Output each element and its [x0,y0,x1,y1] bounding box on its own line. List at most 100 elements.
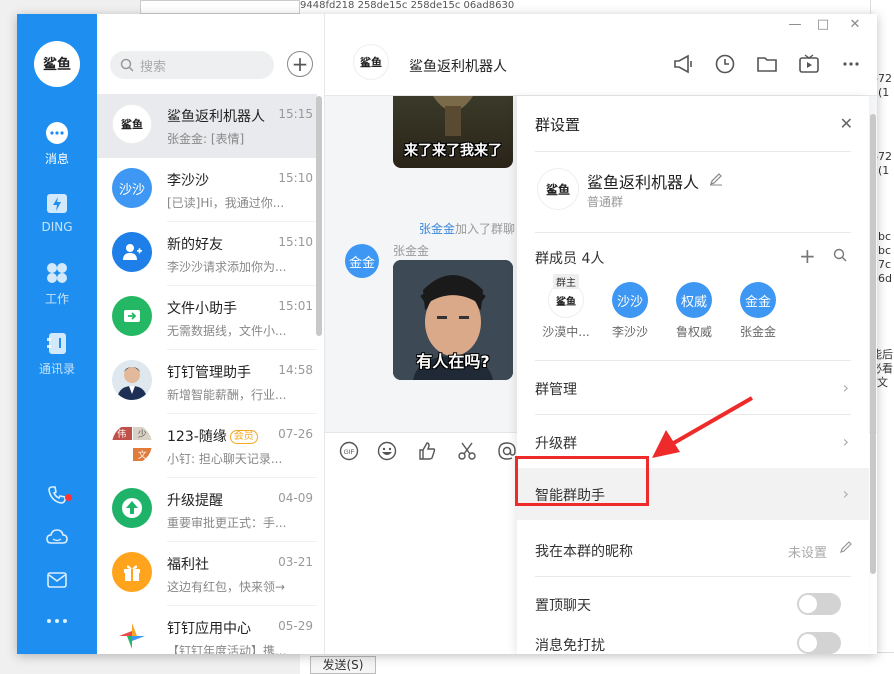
background-bottom-bar [300,652,894,674]
member-item[interactable]: 权威 鲁权威 [665,282,723,340]
row-label: 群管理 [535,382,577,398]
background-send-button[interactable]: 发送(S) [310,656,376,674]
announcement-button[interactable] [671,52,695,76]
conversation-preview: 【钉钉年度活动】携... [167,644,287,654]
search-icon [833,248,847,262]
member-name: 沙漠中... [542,325,590,339]
conversation-time: 15:15 [278,107,313,121]
conversation-name: 钉钉应用中心 [167,621,251,637]
nav-cloud[interactable] [17,526,97,548]
conversation-item[interactable]: 伟 少 文 123-随缘 会员 07-26 小钉: 担心聊天记录... [97,414,317,478]
pencil-icon [839,540,853,558]
panel-scrollbar[interactable] [870,114,876,574]
maximize-button[interactable]: □ [813,16,833,34]
contacts-icon [47,333,66,354]
scissors-icon [458,442,476,460]
conversation-time: 04-09 [278,491,313,505]
notification-dot [65,494,72,501]
screenshot-button[interactable] [455,439,479,463]
system-notice-user[interactable]: 张金金 [419,222,455,236]
conversation-item[interactable]: 文件小助手 15:01 无需数据线，文件小... [97,286,317,350]
nav-work[interactable]: 工作 [17,260,97,307]
conversation-item[interactable]: 钉钉应用中心 05-29 【钉钉年度活动】携... [97,606,317,654]
sender-avatar[interactable]: 金金 [345,244,379,278]
gif-button[interactable]: GIF [337,439,361,463]
more-icon [47,619,67,623]
list-scrollbar[interactable] [316,96,322,336]
nav-messages[interactable]: 消息 [17,120,97,167]
more-options-button[interactable] [839,52,863,76]
dingtalk-window: 鲨鱼 消息 DING 工作 通讯录 搜索 + 鲨鱼 鲨鱼返利机器人 15:15 … [17,14,877,654]
conversation-item[interactable]: 新的好友 15:10 李沙沙请求添加你为... [97,222,317,286]
sticker-message[interactable]: 有人在吗? [393,260,513,380]
vip-badge: 会员 [229,430,258,444]
close-window-button[interactable]: ✕ [845,16,865,34]
person-photo-icon [117,367,147,400]
conversation-name-text: 123-随缘 [167,429,227,445]
minimize-icon: — [788,17,802,32]
background-window-frame [140,0,300,14]
conversation-time: 15:10 [278,171,313,185]
ding-button[interactable] [713,52,737,76]
emoji-button[interactable] [375,439,399,463]
gif-icon: GIF [339,441,359,461]
mosaic-tile: 少 [132,427,152,441]
megaphone-icon [674,54,692,74]
conversation-item[interactable]: 福利社 03-21 这边有红包，快来领→ [97,542,317,606]
conversation-time: 15:01 [278,299,313,313]
mute-toggle[interactable] [797,632,841,654]
conversation-avatar: 沙沙 [112,168,152,208]
group-type: 普通群 [587,195,624,209]
sticker-caption: 有人在吗? [416,352,490,371]
nav-more[interactable] [17,614,97,628]
add-button[interactable]: + [287,51,313,77]
mail-icon [47,572,67,588]
nickname-row[interactable]: 我在本群的昵称 未设置 [517,524,869,576]
cloud-icon [46,529,68,544]
ellipsis-icon [843,62,859,66]
conversation-item[interactable]: 鲨鱼 鲨鱼返利机器人 15:15 张金金: [表情] [97,94,317,158]
nav-ding-label: DING [41,220,73,234]
mute-row: 消息免打扰 [517,618,869,654]
panel-close-button[interactable]: ✕ [840,114,853,133]
member-item[interactable]: 鲨鱼 沙漠中... [537,282,595,340]
add-member-button[interactable]: + [799,244,816,268]
nav-phone[interactable] [17,484,97,506]
conversation-item[interactable]: 升级提醒 04-09 重要审批更正式：手... [97,478,317,542]
group-manage-row[interactable]: 群管理 › [517,362,869,414]
minimize-button[interactable]: — [785,16,805,34]
sticker-message[interactable]: 来了来了我来了 [393,96,513,168]
nav-mail[interactable] [17,570,97,590]
chat-area: 鲨鱼 鲨鱼返利机器人 — □ ✕ 来了来了我来了 张金金加入了群聊 金金 张金金… [325,14,877,654]
edit-group-name-button[interactable] [709,172,723,190]
close-icon: ✕ [849,17,861,32]
system-notice-text: 加入了群聊 [455,222,516,236]
nav-contacts-label: 通讯录 [38,362,75,376]
user-avatar[interactable]: 鲨鱼 [34,41,80,87]
clock-bubble-icon [715,54,735,74]
member-avatar: 权威 [676,282,712,318]
conversation-avatar [112,616,152,654]
ding-icon [47,194,67,213]
search-member-button[interactable] [833,248,847,266]
member-item[interactable]: 沙沙 李沙沙 [601,282,659,340]
nav-contacts[interactable]: 通讯录 [17,330,97,377]
live-button[interactable] [797,52,821,76]
files-button[interactable] [755,52,779,76]
row-label: 消息免打扰 [535,638,605,654]
pin-chat-toggle[interactable] [797,593,841,615]
conversation-item[interactable]: 钉钉管理助手 14:58 新增智能薪酬，行业... [97,350,317,414]
conversation-name: 升级提醒 [167,493,223,509]
conversation-item[interactable]: 沙沙 李沙沙 15:10 [已读]Hi，我通过你... [97,158,317,222]
member-item[interactable]: 金金 张金金 [729,282,787,340]
search-input[interactable]: 搜索 [110,51,274,79]
group-avatar[interactable]: 鲨鱼 [537,168,579,210]
nav-messages-label: 消息 [44,152,69,166]
conversation-name: 文件小助手 [167,301,237,317]
highlight-box [515,456,649,506]
plus-icon: + [799,244,816,268]
chat-avatar[interactable]: 鲨鱼 [353,44,389,80]
conversation-preview: 这边有红包，快来领→ [167,580,286,594]
like-button[interactable] [415,439,439,463]
nav-ding[interactable]: DING [17,190,97,234]
